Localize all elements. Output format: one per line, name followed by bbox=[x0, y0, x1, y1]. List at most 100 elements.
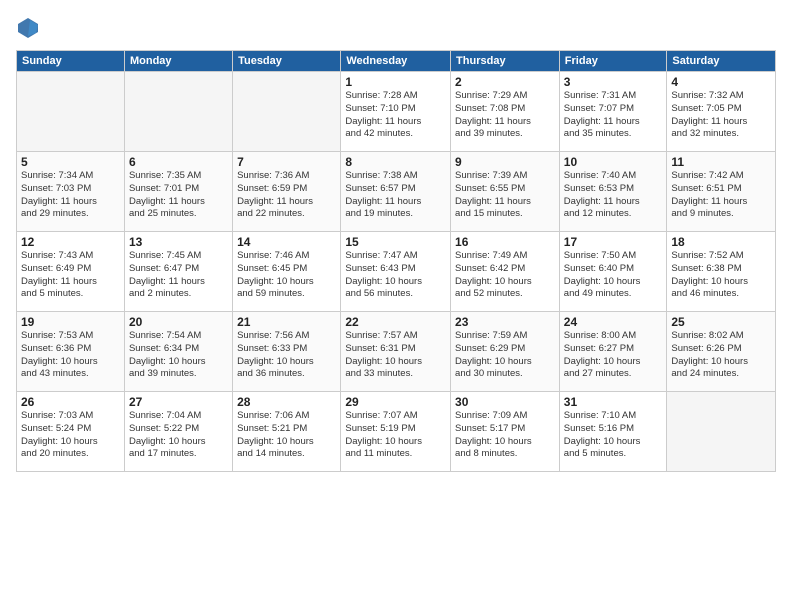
day-number: 18 bbox=[671, 235, 771, 249]
day-number: 17 bbox=[564, 235, 663, 249]
header-row: SundayMondayTuesdayWednesdayThursdayFrid… bbox=[17, 51, 776, 72]
day-number: 25 bbox=[671, 315, 771, 329]
day-cell: 18Sunrise: 7:52 AM Sunset: 6:38 PM Dayli… bbox=[667, 232, 776, 312]
week-row-3: 12Sunrise: 7:43 AM Sunset: 6:49 PM Dayli… bbox=[17, 232, 776, 312]
day-cell: 6Sunrise: 7:35 AM Sunset: 7:01 PM Daylig… bbox=[124, 152, 232, 232]
day-number: 5 bbox=[21, 155, 120, 169]
day-number: 31 bbox=[564, 395, 663, 409]
day-number: 4 bbox=[671, 75, 771, 89]
day-info: Sunrise: 7:29 AM Sunset: 7:08 PM Dayligh… bbox=[455, 90, 555, 141]
day-number: 26 bbox=[21, 395, 120, 409]
day-info: Sunrise: 7:56 AM Sunset: 6:33 PM Dayligh… bbox=[237, 330, 336, 381]
day-info: Sunrise: 7:59 AM Sunset: 6:29 PM Dayligh… bbox=[455, 330, 555, 381]
day-number: 2 bbox=[455, 75, 555, 89]
day-info: Sunrise: 7:32 AM Sunset: 7:05 PM Dayligh… bbox=[671, 90, 771, 141]
day-cell: 11Sunrise: 7:42 AM Sunset: 6:51 PM Dayli… bbox=[667, 152, 776, 232]
day-cell: 16Sunrise: 7:49 AM Sunset: 6:42 PM Dayli… bbox=[451, 232, 560, 312]
day-info: Sunrise: 7:28 AM Sunset: 7:10 PM Dayligh… bbox=[345, 90, 446, 141]
day-info: Sunrise: 7:31 AM Sunset: 7:07 PM Dayligh… bbox=[564, 90, 663, 141]
day-number: 16 bbox=[455, 235, 555, 249]
day-number: 12 bbox=[21, 235, 120, 249]
day-number: 13 bbox=[129, 235, 228, 249]
day-info: Sunrise: 7:40 AM Sunset: 6:53 PM Dayligh… bbox=[564, 170, 663, 221]
day-cell: 3Sunrise: 7:31 AM Sunset: 7:07 PM Daylig… bbox=[559, 72, 667, 152]
day-cell: 26Sunrise: 7:03 AM Sunset: 5:24 PM Dayli… bbox=[17, 392, 125, 472]
day-cell: 23Sunrise: 7:59 AM Sunset: 6:29 PM Dayli… bbox=[451, 312, 560, 392]
day-cell: 29Sunrise: 7:07 AM Sunset: 5:19 PM Dayli… bbox=[341, 392, 451, 472]
day-number: 27 bbox=[129, 395, 228, 409]
day-cell: 2Sunrise: 7:29 AM Sunset: 7:08 PM Daylig… bbox=[451, 72, 560, 152]
header-cell-monday: Monday bbox=[124, 51, 232, 72]
day-info: Sunrise: 7:10 AM Sunset: 5:16 PM Dayligh… bbox=[564, 410, 663, 461]
header bbox=[16, 16, 776, 40]
week-row-2: 5Sunrise: 7:34 AM Sunset: 7:03 PM Daylig… bbox=[17, 152, 776, 232]
day-number: 8 bbox=[345, 155, 446, 169]
day-info: Sunrise: 7:34 AM Sunset: 7:03 PM Dayligh… bbox=[21, 170, 120, 221]
day-info: Sunrise: 7:52 AM Sunset: 6:38 PM Dayligh… bbox=[671, 250, 771, 301]
day-info: Sunrise: 7:09 AM Sunset: 5:17 PM Dayligh… bbox=[455, 410, 555, 461]
day-cell: 13Sunrise: 7:45 AM Sunset: 6:47 PM Dayli… bbox=[124, 232, 232, 312]
day-number: 20 bbox=[129, 315, 228, 329]
day-number: 11 bbox=[671, 155, 771, 169]
day-info: Sunrise: 7:06 AM Sunset: 5:21 PM Dayligh… bbox=[237, 410, 336, 461]
day-info: Sunrise: 7:49 AM Sunset: 6:42 PM Dayligh… bbox=[455, 250, 555, 301]
header-cell-thursday: Thursday bbox=[451, 51, 560, 72]
day-cell: 9Sunrise: 7:39 AM Sunset: 6:55 PM Daylig… bbox=[451, 152, 560, 232]
day-number: 6 bbox=[129, 155, 228, 169]
day-number: 9 bbox=[455, 155, 555, 169]
day-info: Sunrise: 7:53 AM Sunset: 6:36 PM Dayligh… bbox=[21, 330, 120, 381]
day-info: Sunrise: 7:57 AM Sunset: 6:31 PM Dayligh… bbox=[345, 330, 446, 381]
day-number: 15 bbox=[345, 235, 446, 249]
day-number: 23 bbox=[455, 315, 555, 329]
day-number: 30 bbox=[455, 395, 555, 409]
day-number: 3 bbox=[564, 75, 663, 89]
day-info: Sunrise: 8:02 AM Sunset: 6:26 PM Dayligh… bbox=[671, 330, 771, 381]
day-cell: 14Sunrise: 7:46 AM Sunset: 6:45 PM Dayli… bbox=[233, 232, 341, 312]
day-info: Sunrise: 8:00 AM Sunset: 6:27 PM Dayligh… bbox=[564, 330, 663, 381]
day-info: Sunrise: 7:39 AM Sunset: 6:55 PM Dayligh… bbox=[455, 170, 555, 221]
day-cell: 1Sunrise: 7:28 AM Sunset: 7:10 PM Daylig… bbox=[341, 72, 451, 152]
day-number: 7 bbox=[237, 155, 336, 169]
day-cell bbox=[17, 72, 125, 152]
day-cell bbox=[124, 72, 232, 152]
day-number: 10 bbox=[564, 155, 663, 169]
logo bbox=[16, 16, 44, 40]
day-info: Sunrise: 7:35 AM Sunset: 7:01 PM Dayligh… bbox=[129, 170, 228, 221]
logo-icon bbox=[16, 16, 40, 40]
day-cell: 31Sunrise: 7:10 AM Sunset: 5:16 PM Dayli… bbox=[559, 392, 667, 472]
day-cell: 17Sunrise: 7:50 AM Sunset: 6:40 PM Dayli… bbox=[559, 232, 667, 312]
week-row-4: 19Sunrise: 7:53 AM Sunset: 6:36 PM Dayli… bbox=[17, 312, 776, 392]
day-info: Sunrise: 7:50 AM Sunset: 6:40 PM Dayligh… bbox=[564, 250, 663, 301]
day-cell: 8Sunrise: 7:38 AM Sunset: 6:57 PM Daylig… bbox=[341, 152, 451, 232]
week-row-1: 1Sunrise: 7:28 AM Sunset: 7:10 PM Daylig… bbox=[17, 72, 776, 152]
day-cell: 28Sunrise: 7:06 AM Sunset: 5:21 PM Dayli… bbox=[233, 392, 341, 472]
day-info: Sunrise: 7:42 AM Sunset: 6:51 PM Dayligh… bbox=[671, 170, 771, 221]
calendar: SundayMondayTuesdayWednesdayThursdayFrid… bbox=[16, 50, 776, 472]
day-cell: 21Sunrise: 7:56 AM Sunset: 6:33 PM Dayli… bbox=[233, 312, 341, 392]
day-info: Sunrise: 7:36 AM Sunset: 6:59 PM Dayligh… bbox=[237, 170, 336, 221]
day-cell: 30Sunrise: 7:09 AM Sunset: 5:17 PM Dayli… bbox=[451, 392, 560, 472]
day-cell: 19Sunrise: 7:53 AM Sunset: 6:36 PM Dayli… bbox=[17, 312, 125, 392]
day-number: 22 bbox=[345, 315, 446, 329]
day-number: 29 bbox=[345, 395, 446, 409]
day-cell bbox=[667, 392, 776, 472]
day-cell: 10Sunrise: 7:40 AM Sunset: 6:53 PM Dayli… bbox=[559, 152, 667, 232]
day-info: Sunrise: 7:07 AM Sunset: 5:19 PM Dayligh… bbox=[345, 410, 446, 461]
day-cell bbox=[233, 72, 341, 152]
day-info: Sunrise: 7:38 AM Sunset: 6:57 PM Dayligh… bbox=[345, 170, 446, 221]
day-info: Sunrise: 7:43 AM Sunset: 6:49 PM Dayligh… bbox=[21, 250, 120, 301]
day-info: Sunrise: 7:04 AM Sunset: 5:22 PM Dayligh… bbox=[129, 410, 228, 461]
day-info: Sunrise: 7:47 AM Sunset: 6:43 PM Dayligh… bbox=[345, 250, 446, 301]
day-cell: 5Sunrise: 7:34 AM Sunset: 7:03 PM Daylig… bbox=[17, 152, 125, 232]
day-cell: 15Sunrise: 7:47 AM Sunset: 6:43 PM Dayli… bbox=[341, 232, 451, 312]
day-info: Sunrise: 7:54 AM Sunset: 6:34 PM Dayligh… bbox=[129, 330, 228, 381]
day-info: Sunrise: 7:03 AM Sunset: 5:24 PM Dayligh… bbox=[21, 410, 120, 461]
header-cell-wednesday: Wednesday bbox=[341, 51, 451, 72]
header-cell-saturday: Saturday bbox=[667, 51, 776, 72]
day-cell: 7Sunrise: 7:36 AM Sunset: 6:59 PM Daylig… bbox=[233, 152, 341, 232]
header-cell-tuesday: Tuesday bbox=[233, 51, 341, 72]
day-cell: 22Sunrise: 7:57 AM Sunset: 6:31 PM Dayli… bbox=[341, 312, 451, 392]
header-cell-sunday: Sunday bbox=[17, 51, 125, 72]
header-cell-friday: Friday bbox=[559, 51, 667, 72]
day-number: 24 bbox=[564, 315, 663, 329]
